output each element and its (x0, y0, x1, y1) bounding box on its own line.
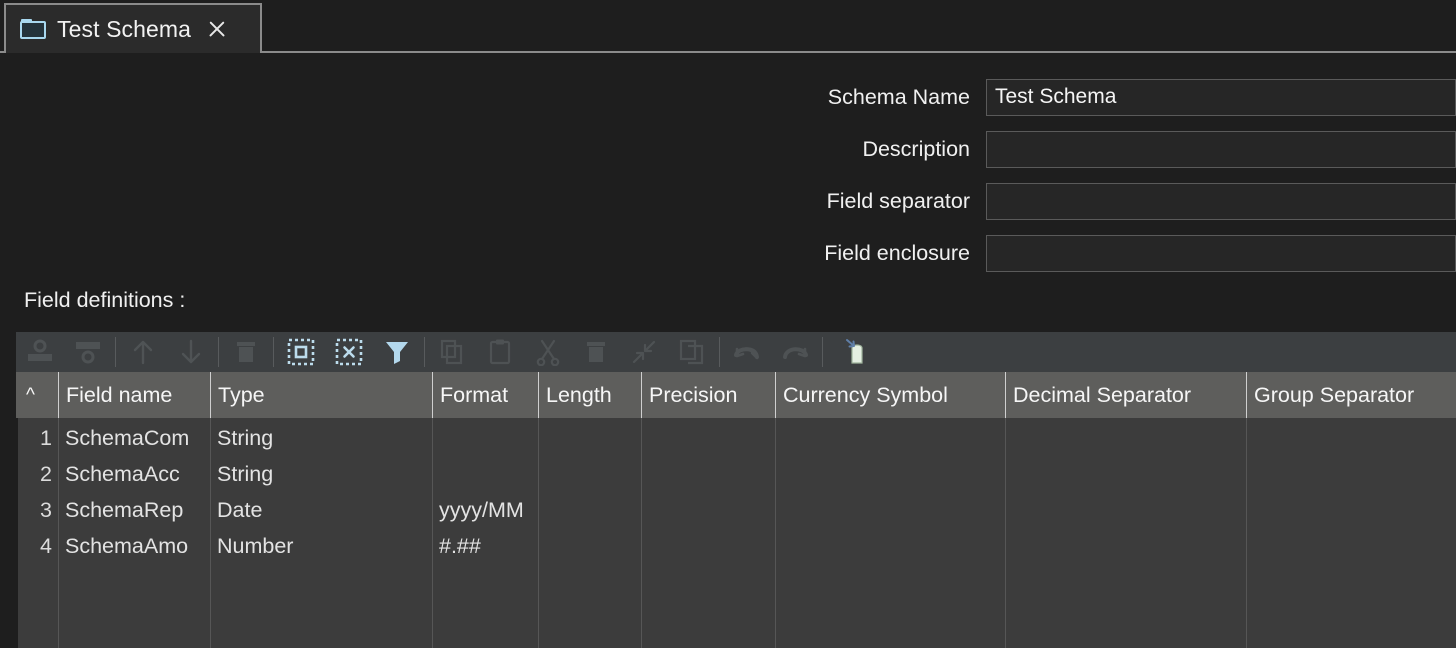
arrow-up-icon (130, 338, 156, 366)
form-row-field-separator: Field separator (0, 182, 1456, 220)
cell-type[interactable]: Number (211, 528, 432, 564)
table-row[interactable]: 4 SchemaAmo Number #.## (16, 528, 1456, 564)
schema-name-input[interactable] (986, 79, 1456, 116)
scissors-icon (535, 338, 561, 366)
row-number: 4 (16, 528, 58, 564)
field-definitions-label: Field definitions : (24, 288, 185, 313)
cell-format[interactable] (433, 456, 538, 492)
table-row[interactable]: 2 SchemaAcc String (16, 456, 1456, 492)
form-row-schema-name: Schema Name (0, 78, 1456, 116)
folder-icon (20, 19, 46, 39)
cell-field-name[interactable]: SchemaAmo (59, 528, 210, 564)
insert-row-above-icon (25, 339, 55, 365)
tag-icon (843, 337, 873, 367)
redo-icon (780, 339, 810, 365)
cell-type[interactable]: String (211, 456, 432, 492)
field-separator-input[interactable] (986, 183, 1456, 220)
toolbar-separator (822, 337, 823, 367)
trash-icon (584, 338, 608, 366)
field-definitions-table: ^ Field name Type Format Length Precisio… (16, 372, 1456, 648)
deselect-all-button[interactable] (325, 332, 373, 372)
insert-row-above-button[interactable] (16, 332, 64, 372)
column-header-field-name[interactable]: Field name (58, 372, 210, 418)
field-enclosure-input[interactable] (986, 235, 1456, 272)
table-row[interactable]: 3 SchemaRep Date yyyy/MM (16, 492, 1456, 528)
delete-row-button[interactable] (222, 332, 270, 372)
close-icon[interactable] (205, 17, 229, 41)
tab-bar: Test Schema (0, 0, 1456, 53)
table-body: 1 SchemaCom String 2 SchemaAcc String 3 … (16, 418, 1456, 648)
field-definitions-toolbar (16, 332, 1456, 372)
toolbar-separator (424, 337, 425, 367)
column-header-sort-indicator[interactable]: ^ (16, 372, 58, 418)
insert-row-below-icon (73, 339, 103, 365)
duplicate-icon (678, 338, 706, 366)
form-row-field-enclosure: Field enclosure (0, 234, 1456, 272)
column-header-decimal-separator[interactable]: Decimal Separator (1005, 372, 1246, 418)
cell-type[interactable]: Date (211, 492, 432, 528)
column-header-format[interactable]: Format (432, 372, 538, 418)
cell-format[interactable]: #.## (433, 528, 538, 564)
row-number: 3 (16, 492, 58, 528)
column-header-group-separator[interactable]: Group Separator (1246, 372, 1456, 418)
filter-icon (383, 338, 411, 366)
paste-icon (488, 338, 512, 366)
field-separator-label: Field separator (0, 189, 986, 214)
toolbar-separator (115, 337, 116, 367)
description-input[interactable] (986, 131, 1456, 168)
deselect-all-icon (335, 338, 363, 366)
cell-format[interactable]: yyyy/MM (433, 492, 538, 528)
paste-button[interactable] (476, 332, 524, 372)
tag-button[interactable] (834, 332, 882, 372)
toolbar-separator (719, 337, 720, 367)
move-row-up-button[interactable] (119, 332, 167, 372)
column-header-currency-symbol[interactable]: Currency Symbol (775, 372, 1005, 418)
cell-field-name[interactable]: SchemaCom (59, 420, 210, 456)
row-number: 2 (16, 456, 58, 492)
delete-button[interactable] (572, 332, 620, 372)
arrow-down-icon (178, 338, 204, 366)
insert-row-below-button[interactable] (64, 332, 112, 372)
column-header-precision[interactable]: Precision (641, 372, 775, 418)
description-label: Description (0, 137, 986, 162)
cell-format[interactable] (433, 420, 538, 456)
schema-form: Schema Name Description Field separator … (0, 53, 1456, 275)
toolbar-separator (273, 337, 274, 367)
cell-field-name[interactable]: SchemaAcc (59, 456, 210, 492)
undo-icon (732, 339, 762, 365)
cell-field-name[interactable]: SchemaRep (59, 492, 210, 528)
toolbar-separator (218, 337, 219, 367)
duplicate-button[interactable] (668, 332, 716, 372)
schema-name-label: Schema Name (0, 85, 986, 110)
select-all-icon (287, 338, 315, 366)
select-all-button[interactable] (277, 332, 325, 372)
copy-button[interactable] (428, 332, 476, 372)
tab-test-schema[interactable]: Test Schema (4, 3, 262, 53)
filter-button[interactable] (373, 332, 421, 372)
trash-icon (234, 338, 258, 366)
field-enclosure-label: Field enclosure (0, 241, 986, 266)
copy-icon (439, 338, 465, 366)
move-row-down-button[interactable] (167, 332, 215, 372)
table-header-row: ^ Field name Type Format Length Precisio… (16, 372, 1456, 418)
redo-button[interactable] (771, 332, 819, 372)
tab-title: Test Schema (57, 18, 191, 41)
collapse-button[interactable] (620, 332, 668, 372)
column-header-type[interactable]: Type (210, 372, 432, 418)
table-row[interactable]: 1 SchemaCom String (16, 420, 1456, 456)
row-number: 1 (16, 420, 58, 456)
undo-button[interactable] (723, 332, 771, 372)
cell-type[interactable]: String (211, 420, 432, 456)
column-header-length[interactable]: Length (538, 372, 641, 418)
collapse-icon (630, 338, 658, 366)
cut-button[interactable] (524, 332, 572, 372)
form-row-description: Description (0, 130, 1456, 168)
